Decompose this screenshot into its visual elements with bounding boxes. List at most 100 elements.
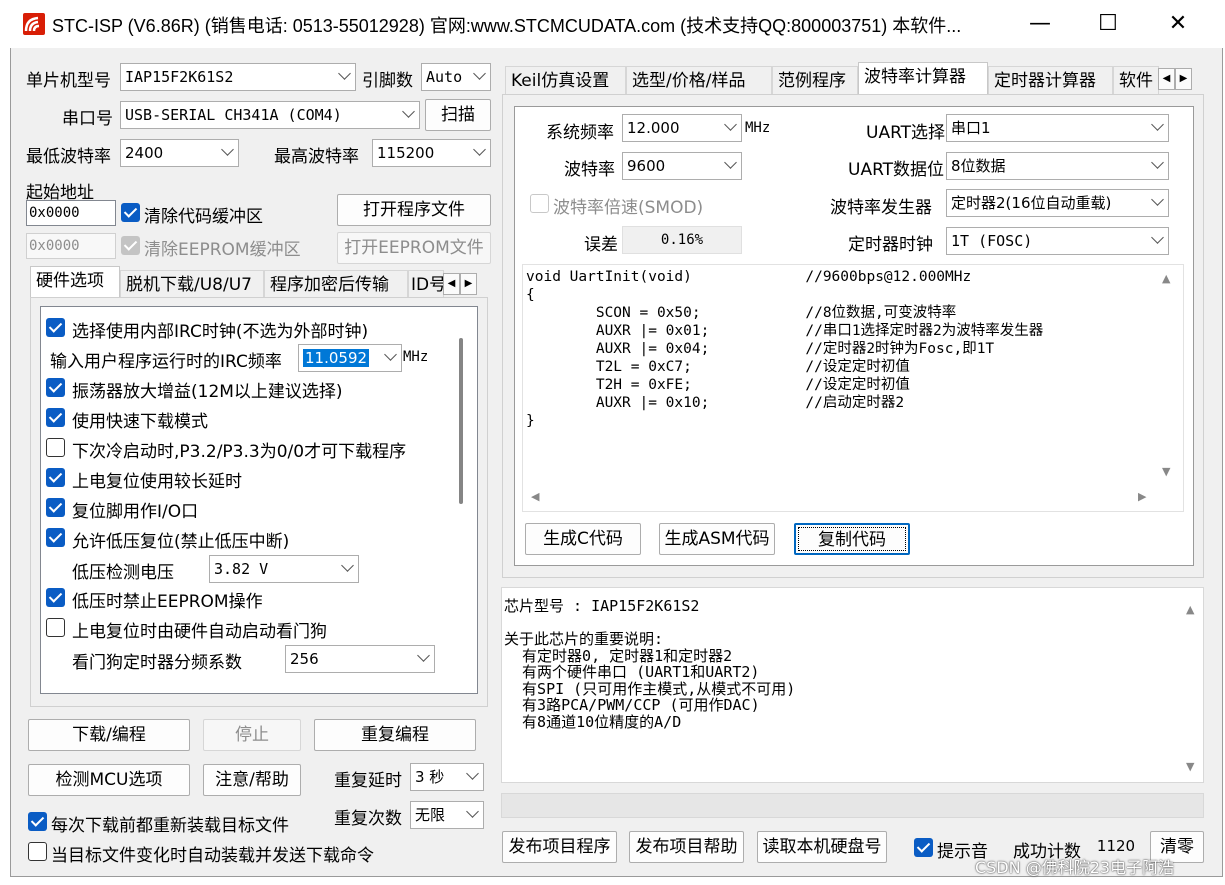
generated-code[interactable]: void UartInit(void) //9600bps@12.000MHz … — [526, 268, 1160, 480]
opt-fast-download-checkbox[interactable] — [46, 408, 65, 427]
opt-low-voltage-reset-label: 允许低压复位(禁止低压中断) — [72, 532, 290, 552]
left-tab-scroll[interactable]: ◀ ▶ — [443, 271, 479, 295]
tab-hardware-options[interactable]: 硬件选项 — [30, 266, 120, 298]
clear-eeprom-label: 清除EEPROM缓冲区 — [144, 240, 301, 260]
tab-baud-calculator[interactable]: 波特率计算器 — [858, 62, 988, 95]
close-button[interactable]: ✕ — [1158, 8, 1198, 40]
chevron-down-icon — [466, 805, 479, 818]
open-eeprom-button: 打开EEPROM文件 — [337, 232, 491, 264]
copy-code-button[interactable]: 复制代码 — [794, 523, 910, 555]
eeprom-address-input: 0x0000 — [26, 233, 116, 259]
baud-generator-select[interactable]: 定时器2(16位自动重载) — [946, 189, 1169, 217]
opt-eeprom-lock-checkbox[interactable] — [46, 588, 65, 607]
chevron-down-icon — [402, 105, 415, 118]
scroll-down-icon[interactable]: ▼ — [1186, 760, 1194, 773]
scroll-left-icon[interactable]: ◀ — [531, 490, 539, 503]
right-arrow-icon[interactable]: ▶ — [460, 273, 477, 295]
window-title: STC-ISP (V6.86R) (销售电话: 0513-55012928) 官… — [52, 16, 962, 36]
tab-software[interactable]: 软件 — [1113, 66, 1159, 96]
tab-examples[interactable]: 范例程序 — [772, 66, 858, 96]
databits-select[interactable]: 8位数据 — [946, 152, 1169, 180]
chevron-down-icon — [384, 348, 397, 361]
uart-select[interactable]: 串口1 — [946, 114, 1169, 142]
right-arrow-icon[interactable]: ▶ — [1175, 68, 1192, 90]
uart-select-label: UART选择 — [866, 123, 946, 143]
app-icon — [23, 13, 45, 35]
lv-detect-label: 低压检测电压 — [72, 563, 174, 583]
opt-watchdog-label: 上电复位时由硬件自动启动看门狗 — [72, 622, 327, 642]
smod-label: 波特率倍速(SMOD) — [553, 198, 704, 218]
opt-low-voltage-reset-checkbox[interactable] — [46, 528, 65, 547]
maximize-button[interactable]: ☐ — [1088, 8, 1128, 40]
opt-gain-checkbox[interactable] — [46, 378, 65, 397]
lv-detect-select[interactable]: 3.82 V — [209, 555, 359, 583]
repeat-delay-select[interactable]: 3 秒 — [410, 763, 484, 791]
min-baud-label: 最低波特率 — [26, 147, 111, 167]
pins-select[interactable]: Auto — [421, 63, 491, 91]
open-program-button[interactable]: 打开程序文件 — [337, 194, 491, 226]
tab-encrypted-transfer[interactable]: 程序加密后传输 — [264, 270, 408, 300]
read-disk-button[interactable]: 读取本机硬盘号 — [757, 831, 887, 863]
left-arrow-icon[interactable]: ◀ — [443, 273, 460, 295]
chevron-down-icon — [338, 67, 351, 80]
tab-keil-settings[interactable]: Keil仿真设置 — [505, 66, 626, 96]
error-value: 0.16% — [622, 226, 742, 254]
stop-button: 停止 — [203, 719, 301, 751]
scroll-down-icon[interactable]: ▼ — [1162, 465, 1170, 478]
left-arrow-icon[interactable]: ◀ — [1158, 68, 1175, 90]
port-select[interactable]: USB-SERIAL CH341A (COM4) — [120, 101, 420, 129]
reload-checkbox[interactable] — [28, 812, 47, 831]
chevron-down-icon — [473, 67, 486, 80]
scan-button[interactable]: 扫描 — [425, 99, 491, 131]
clear-code-label: 清除代码缓冲区 — [144, 207, 263, 227]
help-button[interactable]: 注意/帮助 — [203, 764, 301, 796]
minimize-button[interactable]: — — [1020, 8, 1060, 40]
tab-id[interactable]: ID号 — [408, 270, 444, 300]
options-scrollbar[interactable] — [459, 338, 463, 504]
chevron-down-icon — [341, 559, 354, 572]
min-baud-select[interactable]: 2400 — [120, 139, 239, 167]
publish-help-button[interactable]: 发布项目帮助 — [629, 831, 744, 863]
clear-code-checkbox[interactable] — [121, 203, 140, 222]
sysfreq-select[interactable]: 12.000 — [622, 114, 742, 142]
reprogram-button[interactable]: 重复编程 — [314, 719, 476, 751]
opt-reset-io-checkbox[interactable] — [46, 498, 65, 517]
mcu-select[interactable]: IAP15F2K61S2 — [120, 63, 356, 91]
scroll-right-icon[interactable]: ▶ — [1138, 490, 1146, 503]
tab-selection-price[interactable]: 选型/价格/样品 — [626, 66, 772, 96]
publish-program-button[interactable]: 发布项目程序 — [502, 831, 617, 863]
tab-offline-download[interactable]: 脱机下载/U8/U7 — [120, 270, 264, 300]
auto-send-checkbox[interactable] — [28, 842, 47, 861]
max-baud-label: 最高波特率 — [274, 147, 359, 167]
opt-long-delay-checkbox[interactable] — [46, 468, 65, 487]
opt-watchdog-checkbox[interactable] — [46, 618, 65, 637]
wdt-prescaler-select[interactable]: 256 — [285, 645, 435, 673]
opt-irc-label: 选择使用内部IRC时钟(不选为外部时钟) — [72, 322, 369, 342]
opt-irc-checkbox[interactable] — [46, 318, 65, 337]
repeat-delay-label: 重复延时 — [334, 771, 402, 791]
reload-label: 每次下载前都重新装载目标文件 — [51, 816, 289, 836]
tab-timer-calculator[interactable]: 定时器计算器 — [988, 66, 1113, 96]
opt-long-delay-label: 上电复位使用较长延时 — [72, 472, 242, 492]
chevron-down-icon — [724, 118, 737, 131]
scroll-up-icon[interactable]: ▲ — [1186, 603, 1194, 616]
progress-bar — [501, 793, 1204, 818]
detect-mcu-button[interactable]: 检测MCU选项 — [28, 764, 190, 796]
beep-checkbox[interactable] — [914, 838, 933, 857]
baud-select[interactable]: 9600 — [622, 152, 742, 180]
smod-checkbox — [530, 194, 549, 213]
right-tab-scroll[interactable]: ◀ ▶ — [1158, 66, 1194, 90]
generate-c-button[interactable]: 生成C代码 — [525, 523, 641, 555]
irc-freq-label: 输入用户程序运行时的IRC频率 — [50, 352, 282, 372]
opt-cold-start-checkbox[interactable] — [46, 438, 65, 457]
max-baud-select[interactable]: 115200 — [372, 139, 491, 167]
generate-asm-button[interactable]: 生成ASM代码 — [659, 523, 775, 555]
scroll-up-icon[interactable]: ▲ — [1162, 272, 1170, 285]
start-address-input[interactable]: 0x0000 — [26, 200, 116, 226]
timer-clock-select[interactable]: 1T (FOSC) — [946, 227, 1169, 255]
chevron-down-icon — [1151, 231, 1164, 244]
irc-freq-select[interactable]: 11.0592 — [298, 344, 402, 372]
chevron-down-icon — [417, 649, 430, 662]
repeat-count-select[interactable]: 无限 — [410, 801, 484, 829]
download-button[interactable]: 下载/编程 — [28, 719, 190, 751]
